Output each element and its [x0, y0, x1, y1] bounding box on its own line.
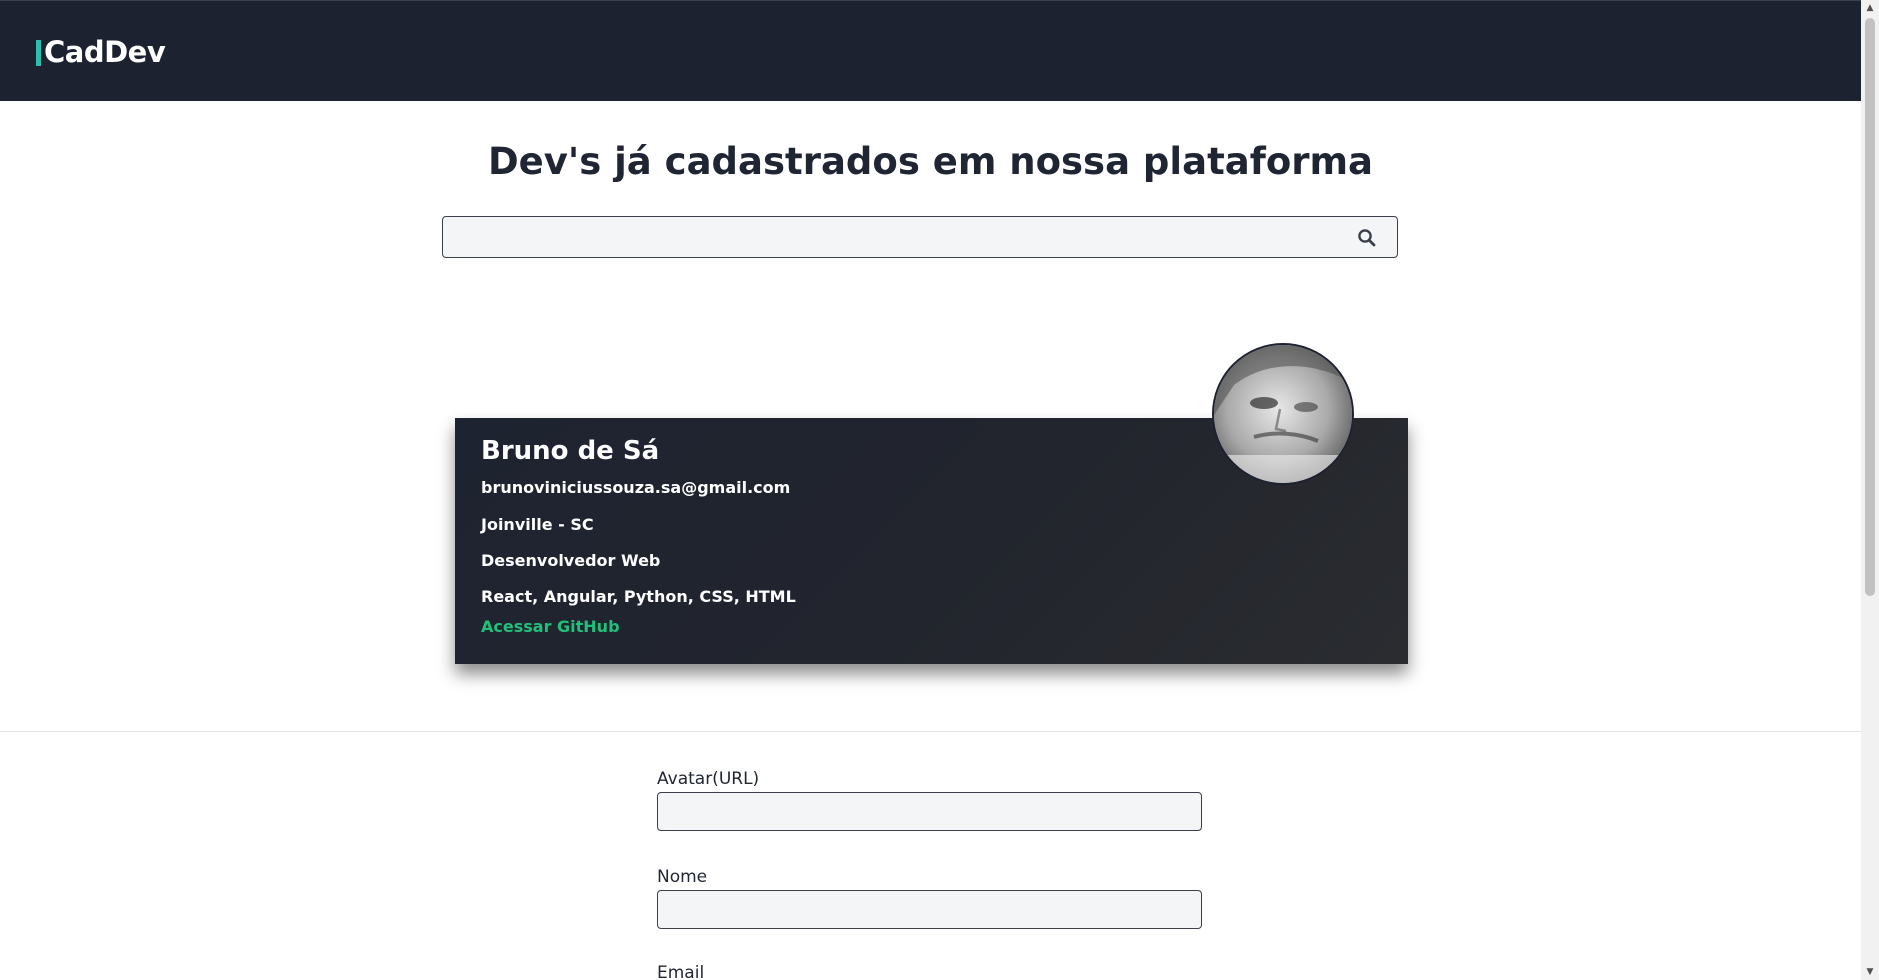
- top-navbar: CadDev: [0, 0, 1861, 101]
- dev-name: Bruno de Sá: [481, 436, 660, 466]
- avatar-url-input[interactable]: [657, 792, 1202, 831]
- scrollbar-thumb[interactable]: [1865, 18, 1875, 596]
- search-box: [442, 216, 1398, 258]
- scroll-up-arrow-icon[interactable]: ▲: [1865, 3, 1875, 13]
- dev-avatar: [1212, 343, 1354, 485]
- search-icon[interactable]: [1357, 228, 1377, 248]
- logo[interactable]: CadDev: [36, 33, 166, 71]
- section-divider: [0, 731, 1861, 732]
- email-label: Email: [657, 963, 705, 980]
- user-avatar-photo: [1214, 345, 1352, 483]
- name-label: Nome: [657, 867, 708, 887]
- github-link[interactable]: Acessar GitHub: [481, 617, 620, 636]
- scroll-down-arrow-icon[interactable]: ▼: [1865, 967, 1875, 977]
- avatar-url-label: Avatar(URL): [657, 769, 760, 789]
- dev-role: Desenvolvedor Web: [481, 551, 661, 570]
- search-input[interactable]: [443, 217, 1343, 256]
- page-title: Dev's já cadastrados em nossa plataforma: [487, 140, 1374, 183]
- logo-text: CadDev: [44, 35, 166, 69]
- page: CadDev Dev's já cadastrados em nossa pla…: [0, 0, 1879, 980]
- dev-location: Joinville - SC: [481, 515, 594, 534]
- logo-accent-bar: [36, 39, 41, 66]
- dev-skills: React, Angular, Python, CSS, HTML: [481, 587, 796, 606]
- dev-email: brunoviniciussouza.sa@gmail.com: [481, 478, 791, 497]
- vertical-scrollbar[interactable]: ▲ ▼: [1861, 0, 1879, 980]
- name-input[interactable]: [657, 890, 1202, 929]
